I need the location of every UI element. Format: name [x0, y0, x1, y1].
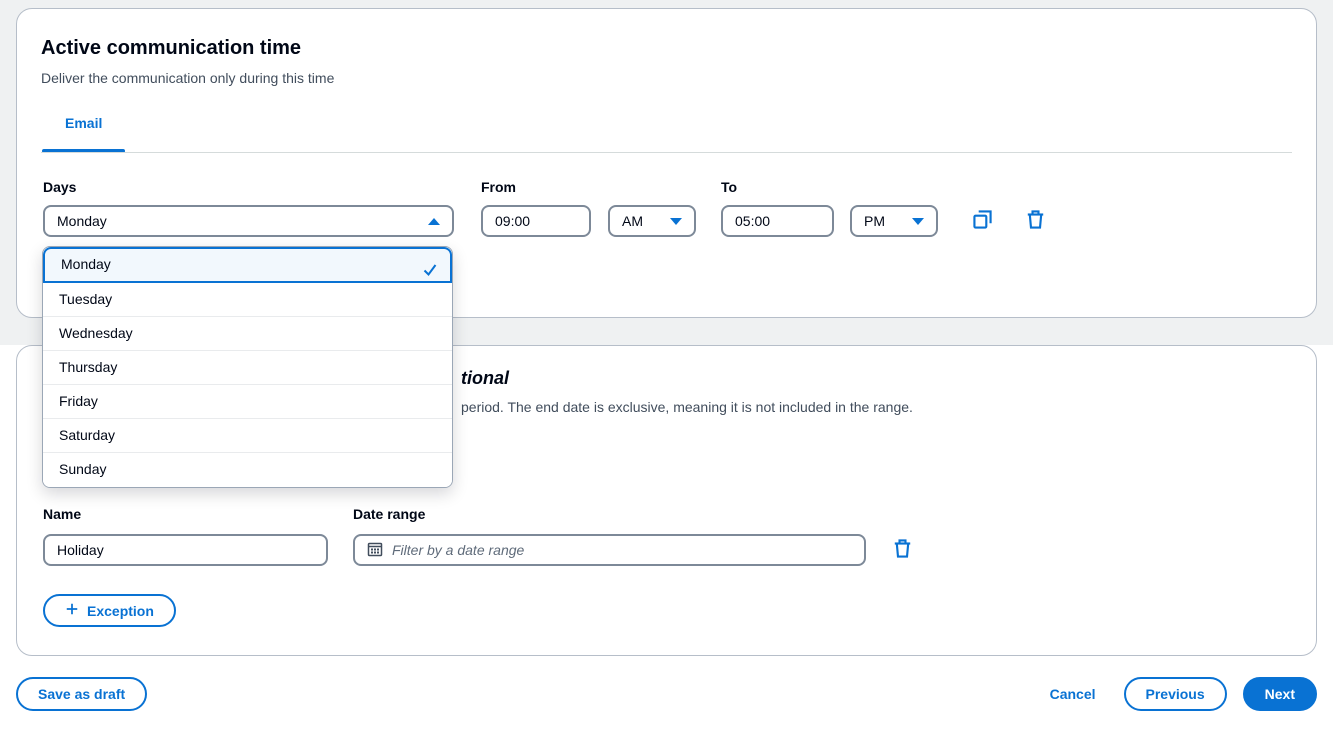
copy-icon	[973, 210, 992, 232]
option-label: Sunday	[59, 461, 106, 477]
tab-email-label: Email	[65, 115, 102, 131]
from-time-input[interactable]	[481, 205, 591, 237]
days-option-saturday[interactable]: Saturday	[43, 419, 452, 453]
days-dropdown: Monday Tuesday Wednesday Thursday Friday…	[42, 246, 453, 488]
tabs-divider	[41, 152, 1292, 153]
to-meridiem-select[interactable]: PM	[850, 205, 938, 237]
option-label: Thursday	[59, 359, 117, 375]
trash-icon	[1026, 210, 1045, 232]
days-option-thursday[interactable]: Thursday	[43, 351, 452, 385]
date-range-input[interactable]	[392, 542, 852, 558]
date-range-label: Date range	[353, 506, 425, 522]
cancel-button[interactable]: Cancel	[1050, 686, 1096, 702]
exceptions-title-fragment: tional	[461, 368, 509, 389]
from-meridiem-value: AM	[622, 213, 643, 229]
card-subtitle: Deliver the communication only during th…	[41, 70, 334, 86]
days-label: Days	[43, 179, 76, 195]
to-meridiem-value: PM	[864, 213, 885, 229]
card-title: Active communication time	[41, 37, 301, 60]
from-meridiem-select[interactable]: AM	[608, 205, 696, 237]
option-label: Monday	[61, 256, 111, 272]
previous-button[interactable]: Previous	[1124, 677, 1227, 711]
name-input[interactable]	[43, 534, 328, 566]
to-label: To	[721, 179, 737, 195]
to-time-input[interactable]	[721, 205, 834, 237]
tab-email[interactable]: Email	[42, 115, 125, 153]
option-label: Tuesday	[59, 291, 112, 307]
exceptions-description-fragment: period. The end date is exclusive, meani…	[461, 399, 913, 415]
chevron-down-icon	[912, 218, 924, 225]
option-label: Friday	[59, 393, 98, 409]
save-draft-button[interactable]: Save as draft	[16, 677, 147, 711]
chevron-up-icon	[428, 218, 440, 225]
calendar-icon	[367, 541, 383, 560]
name-label: Name	[43, 506, 81, 522]
trash-icon	[893, 539, 912, 561]
days-select-value: Monday	[57, 213, 107, 229]
footer-actions: Cancel Previous Next	[1050, 677, 1317, 711]
date-range-field[interactable]	[353, 534, 866, 566]
days-select[interactable]: Monday	[43, 205, 454, 237]
next-button[interactable]: Next	[1243, 677, 1317, 711]
days-option-sunday[interactable]: Sunday	[43, 453, 452, 487]
from-label: From	[481, 179, 516, 195]
delete-exception-button[interactable]	[890, 538, 914, 562]
chevron-down-icon	[670, 218, 682, 225]
add-exception-label: Exception	[87, 603, 154, 619]
copy-row-button[interactable]	[970, 209, 994, 233]
option-label: Saturday	[59, 427, 115, 443]
plus-icon	[65, 602, 79, 619]
add-exception-button[interactable]: Exception	[43, 594, 176, 627]
days-option-tuesday[interactable]: Tuesday	[43, 283, 452, 317]
wizard-footer: Save as draft Cancel Previous Next	[16, 677, 1317, 711]
days-option-monday[interactable]: Monday	[43, 247, 452, 283]
days-option-wednesday[interactable]: Wednesday	[43, 317, 452, 351]
delete-row-button[interactable]	[1023, 209, 1047, 233]
option-label: Wednesday	[59, 325, 133, 341]
days-option-friday[interactable]: Friday	[43, 385, 452, 419]
